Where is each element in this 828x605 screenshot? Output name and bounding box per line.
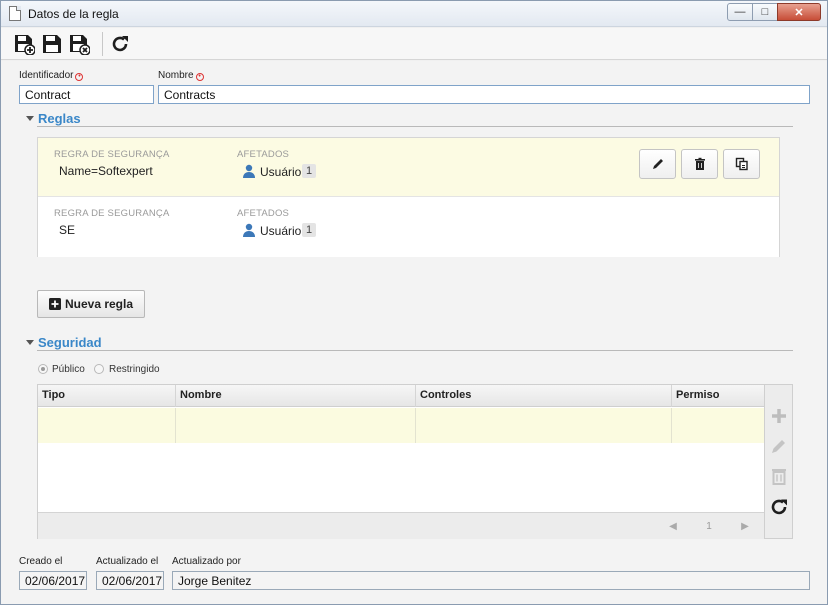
close-icon: ✕ [794, 6, 804, 19]
column-header-permiso[interactable]: Permiso [672, 385, 764, 407]
refresh-button[interactable] [109, 33, 131, 55]
identificador-field[interactable]: Contract [19, 85, 154, 104]
save-icon [43, 35, 61, 53]
triangle-right-icon: ▶ [741, 521, 749, 532]
triangle-left-icon: ◀ [669, 521, 677, 532]
section-divider [37, 350, 793, 351]
rule-row[interactable]: REGRA DE SEGURANÇA Name=Softexpert AFETA… [38, 138, 779, 197]
affected-caption: AFETADOS [237, 208, 290, 219]
affected-caption: AFETADOS [237, 149, 290, 160]
nombre-label: Nombre • [158, 70, 204, 81]
plus-square-icon [48, 298, 61, 310]
identificador-label-text: Identificador [19, 70, 74, 81]
grid-delete-button[interactable] [769, 466, 789, 486]
required-icon: • [75, 73, 84, 81]
radio-restricted-label: Restringido [109, 364, 160, 375]
new-rule-label: Nueva regla [64, 297, 134, 311]
column-header-tipo[interactable]: Tipo [38, 385, 176, 407]
grid-side-toolbar [765, 384, 793, 539]
table-cell [38, 408, 176, 443]
identificador-label: Identificador • [19, 70, 84, 81]
pager-page-number: 1 [706, 521, 712, 532]
pager-prev-button[interactable]: ◀ [658, 517, 688, 536]
affected-count-badge: 1 [302, 223, 317, 237]
user-icon [243, 223, 255, 237]
minimize-button[interactable]: — [727, 3, 753, 21]
toolbar [1, 28, 827, 60]
affected-label: Usuário [260, 224, 302, 238]
pencil-icon [652, 159, 663, 169]
window-title: Datos de la regla [28, 7, 119, 21]
copy-icon [735, 157, 748, 171]
new-rule-button[interactable]: Nueva regla [37, 290, 145, 318]
trash-icon [772, 469, 786, 485]
affected-label: Usuário [260, 165, 302, 179]
grid-pager: ◀ 1 ▶ [38, 512, 764, 539]
maximize-button[interactable]: □ [752, 3, 778, 21]
seguridad-section-title[interactable]: Seguridad [38, 335, 102, 350]
actualizado-label: Actualizado el [96, 556, 159, 567]
save-close-icon [70, 35, 91, 56]
radio-public-label: Público [52, 364, 85, 375]
column-header-nombre[interactable]: Nombre [176, 385, 416, 407]
nombre-label-text: Nombre [158, 70, 194, 81]
reglas-collapse-icon[interactable] [26, 116, 34, 121]
rule-caption: REGRA DE SEGURANÇA [54, 149, 170, 160]
delete-rule-button[interactable] [681, 149, 718, 179]
creado-label: Creado el [19, 556, 63, 567]
rule-value: Name=Softexpert [59, 164, 153, 178]
radio-restricted[interactable] [94, 364, 104, 374]
document-icon [9, 6, 21, 21]
save-new-button[interactable] [13, 33, 36, 56]
seguridad-collapse-icon[interactable] [26, 340, 34, 345]
rule-row[interactable]: REGRA DE SEGURANÇA SE AFETADOS Usuário 1 [38, 198, 779, 257]
user-icon [243, 164, 255, 178]
nombre-field[interactable]: Contracts [158, 85, 810, 104]
plus-icon [772, 409, 786, 423]
actualizado-por-field: Jorge Benitez [172, 571, 810, 590]
rules-list: REGRA DE SEGURANÇA Name=Softexpert AFETA… [37, 137, 780, 257]
column-header-controles[interactable]: Controles [416, 385, 672, 407]
maximize-icon: □ [761, 6, 769, 18]
dialog-window: Datos de la regla — □ ✕ Identificador • … [0, 0, 828, 605]
grid-refresh-button[interactable] [769, 497, 789, 517]
grid-edit-button[interactable] [769, 436, 789, 456]
trash-icon [694, 157, 705, 170]
section-divider [37, 126, 793, 127]
save-plus-icon [15, 35, 36, 56]
grid-add-button[interactable] [769, 406, 789, 426]
form-content: Identificador • Contract Nombre • Contract… [1, 61, 827, 604]
actualizado-por-label: Actualizado por [172, 556, 241, 567]
pencil-icon [772, 440, 785, 453]
rule-value: SE [59, 223, 76, 237]
refresh-icon [771, 499, 787, 515]
reglas-section-title[interactable]: Reglas [38, 111, 81, 126]
close-button[interactable]: ✕ [777, 3, 821, 21]
rule-caption: REGRA DE SEGURANÇA [54, 208, 170, 219]
table-cell [176, 408, 416, 443]
title-bar: Datos de la regla — □ ✕ [1, 1, 827, 27]
table-cell [416, 408, 672, 443]
save-button[interactable] [41, 33, 63, 55]
refresh-icon [112, 36, 128, 52]
affected-count-badge: 1 [302, 164, 317, 178]
radio-public[interactable] [38, 364, 48, 374]
actualizado-field: 02/06/2017 [96, 571, 164, 590]
window-controls: — □ ✕ [727, 3, 821, 21]
required-icon: • [195, 73, 204, 81]
edit-rule-button[interactable] [639, 149, 676, 179]
minimize-icon: — [734, 6, 746, 18]
toolbar-separator [102, 32, 103, 56]
copy-rule-button[interactable] [723, 149, 760, 179]
creado-field: 02/06/2017 [19, 571, 87, 590]
security-grid: Tipo Nombre Controles Permiso ◀ 1 ▶ [37, 384, 765, 539]
grid-header: Tipo Nombre Controles Permiso [38, 385, 764, 407]
save-close-button[interactable] [68, 33, 91, 56]
pager-next-button[interactable]: ▶ [730, 517, 760, 536]
